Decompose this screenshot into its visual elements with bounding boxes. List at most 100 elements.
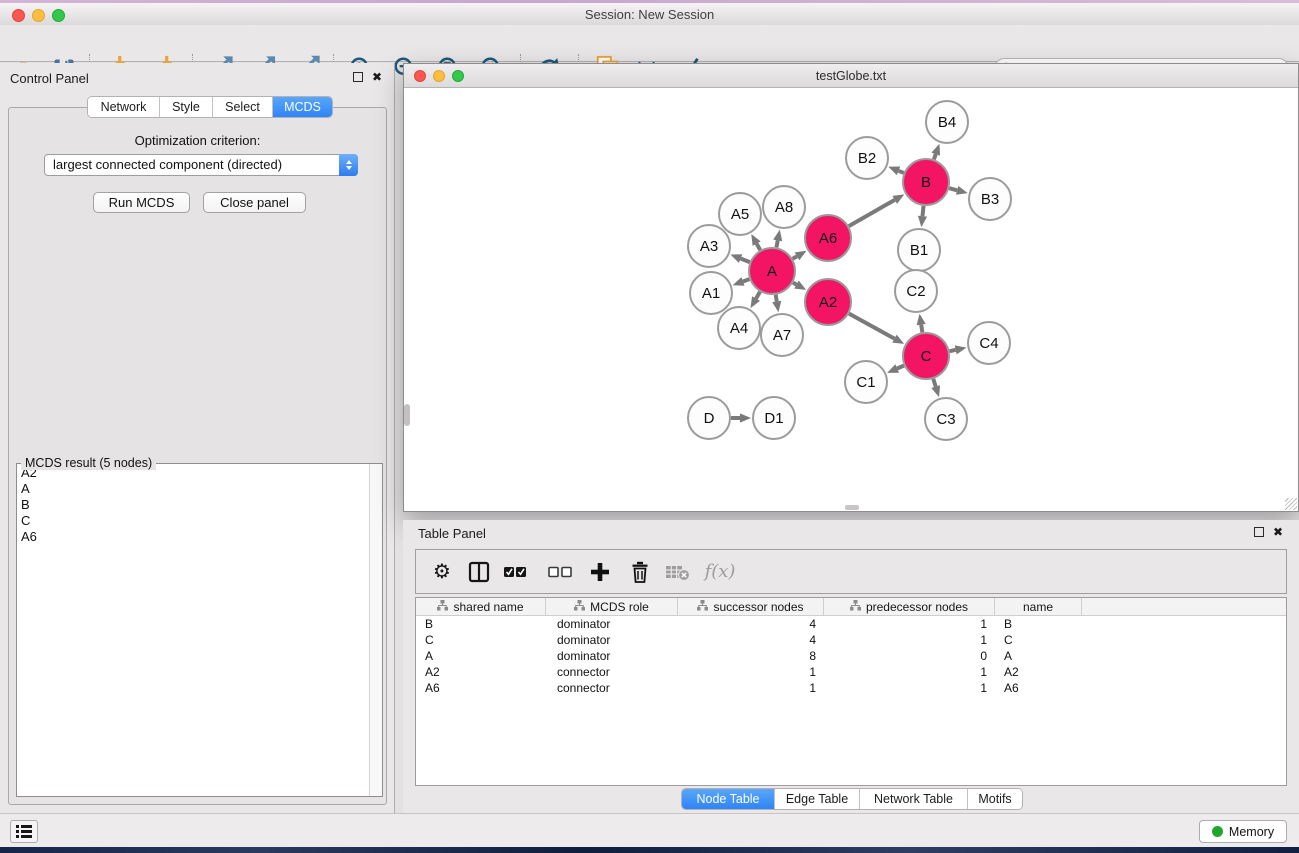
select-all-rows-icon[interactable]: [504, 557, 526, 587]
graph-edge-B-B4[interactable]: [934, 154, 936, 159]
table-row[interactable]: A6connector11A6: [416, 680, 1286, 696]
table-cell[interactable]: 1: [824, 616, 995, 632]
tab-motifs[interactable]: Motifs: [968, 789, 1022, 809]
table-cell[interactable]: 4: [678, 616, 824, 632]
graph-edge-C-C2[interactable]: [921, 325, 922, 333]
graph-edge-A-A3[interactable]: [741, 259, 750, 263]
add-column-icon[interactable]: [590, 557, 610, 587]
tab-node-table[interactable]: Node Table: [682, 789, 775, 809]
table-cell[interactable]: B: [416, 616, 546, 632]
graph-node-label: A5: [731, 206, 749, 223]
graph-edge-C-C3[interactable]: [933, 379, 935, 387]
table-cell[interactable]: A: [995, 648, 1082, 664]
table-cell[interactable]: 1: [824, 680, 995, 696]
apply-function-icon[interactable]: f(x): [702, 557, 738, 587]
graph-edge-A-A8[interactable]: [776, 240, 777, 247]
mcds-result-item[interactable]: B: [17, 497, 368, 513]
tab-mcds[interactable]: MCDS: [273, 97, 332, 117]
column-header-MCDS-role[interactable]: MCDS role: [546, 598, 678, 615]
task-history-button[interactable]: [10, 820, 38, 843]
graph-edge-A-A4[interactable]: [756, 292, 760, 299]
table-cell[interactable]: 8: [678, 648, 824, 664]
table-cell[interactable]: connector: [546, 680, 678, 696]
column-header-successor-nodes[interactable]: successor nodes: [678, 598, 824, 615]
float-panel-icon[interactable]: [353, 72, 363, 82]
mcds-list-scrollbar[interactable]: [369, 464, 382, 796]
tab-select[interactable]: Select: [213, 97, 273, 117]
mcds-result-item[interactable]: A: [17, 481, 368, 497]
close-panel-icon[interactable]: ✖: [372, 72, 382, 82]
network-vertical-scrollbar[interactable]: [404, 404, 410, 426]
window-resize-grip[interactable]: [1285, 498, 1297, 510]
table-cell[interactable]: C: [416, 632, 546, 648]
table-cell[interactable]: dominator: [546, 616, 678, 632]
table-cell[interactable]: 1: [824, 632, 995, 648]
table-cell[interactable]: 0: [824, 648, 995, 664]
graph-edge-A6-B[interactable]: [849, 200, 895, 226]
graph-node-label: D: [704, 410, 715, 427]
memory-status-icon: [1212, 826, 1223, 837]
graph-edge-B-B1[interactable]: [922, 206, 923, 216]
graph-edge-C-C4[interactable]: [950, 350, 956, 351]
table-body: Bdominator41BCdominator41CAdominator80AA…: [416, 616, 1286, 696]
graph-node-label: C3: [936, 411, 955, 428]
table-cell[interactable]: A: [416, 648, 546, 664]
mcds-result-item[interactable]: A6: [17, 529, 368, 545]
gear-icon[interactable]: ⚙: [430, 557, 454, 587]
delete-column-icon[interactable]: [630, 557, 650, 587]
table-cell[interactable]: 4: [678, 632, 824, 648]
table-cell[interactable]: 1: [678, 664, 824, 680]
mcds-result-item[interactable]: C: [17, 513, 368, 529]
run-mcds-button[interactable]: Run MCDS: [93, 192, 190, 213]
graph-edge-C-C1[interactable]: [897, 366, 904, 369]
table-panel-window-buttons: ✖: [1254, 527, 1283, 537]
table-cell[interactable]: A6: [416, 680, 546, 696]
graph-edge-A2-C[interactable]: [849, 314, 894, 339]
table-cell[interactable]: dominator: [546, 632, 678, 648]
delete-table-icon[interactable]: [666, 557, 690, 587]
graph-edge-A-A2[interactable]: [793, 283, 797, 285]
table-panel-title: Table Panel: [418, 526, 486, 541]
optimization-criterion-dropdown[interactable]: largest connected component (directed): [44, 154, 358, 176]
network-horizontal-scrollbar[interactable]: [845, 505, 859, 510]
table-cell[interactable]: A2: [416, 664, 546, 680]
table-row[interactable]: Cdominator41C: [416, 632, 1286, 648]
table-cell[interactable]: connector: [546, 664, 678, 680]
graph-edge-A-A5[interactable]: [757, 244, 761, 250]
table-cell[interactable]: C: [995, 632, 1082, 648]
tab-network[interactable]: Network: [88, 97, 160, 117]
column-header-shared-name[interactable]: shared name: [416, 598, 546, 615]
table-cell[interactable]: 1: [824, 664, 995, 680]
graph-edge-B-B2[interactable]: [898, 171, 903, 173]
app-title: Session: New Session: [0, 7, 1299, 22]
table-cell[interactable]: 1: [678, 680, 824, 696]
graph-edge-A-A7[interactable]: [776, 295, 777, 302]
column-header-predecessor-nodes[interactable]: predecessor nodes: [824, 598, 995, 615]
memory-button[interactable]: Memory: [1199, 820, 1287, 843]
close-panel-icon[interactable]: ✖: [1273, 527, 1283, 537]
mcds-result-list[interactable]: A2ABCA6: [17, 465, 368, 795]
table-cell[interactable]: A2: [995, 664, 1082, 680]
table-row[interactable]: Bdominator41B: [416, 616, 1286, 632]
network-window-titlebar[interactable]: testGlobe.txt: [404, 64, 1298, 88]
table-row[interactable]: Adominator80A: [416, 648, 1286, 664]
column-header-name[interactable]: name: [995, 598, 1082, 615]
float-panel-icon[interactable]: [1254, 527, 1264, 537]
table-cell[interactable]: dominator: [546, 648, 678, 664]
table-row[interactable]: A2connector11A2: [416, 664, 1286, 680]
graph-edge-B-B3[interactable]: [949, 188, 957, 190]
graph-node-label: A6: [819, 230, 837, 247]
tab-edge-table[interactable]: Edge Table: [775, 789, 860, 809]
split-columns-icon[interactable]: [468, 557, 490, 587]
graph-edge-A-A1[interactable]: [743, 279, 749, 281]
tree-icon: [697, 600, 708, 614]
tab-network-table[interactable]: Network Table: [860, 789, 968, 809]
table-cell[interactable]: A6: [995, 680, 1082, 696]
app-titlebar: Session: New Session: [0, 3, 1299, 25]
network-canvas[interactable]: B4B2BB3A8A5A6A3B1AC2A1A2A4A7C4CC1C3DD1: [404, 88, 1298, 504]
table-cell[interactable]: B: [995, 616, 1082, 632]
tab-style[interactable]: Style: [160, 97, 213, 117]
close-panel-button[interactable]: Close panel: [203, 192, 306, 213]
deselect-all-rows-icon[interactable]: [548, 557, 572, 587]
graph-edge-A-A6[interactable]: [793, 256, 797, 259]
